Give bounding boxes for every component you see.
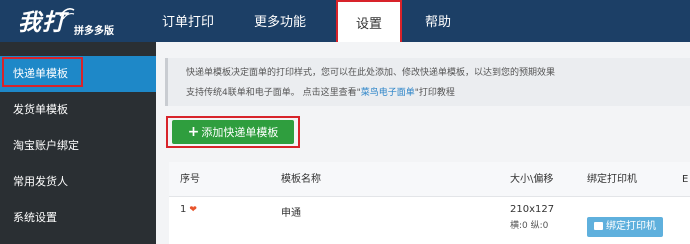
row-index-number: 1 [180,204,187,215]
sidebar-item-delivery-template[interactable]: 发货单模板 [0,92,156,128]
table-header: 序号 模板名称 大小\偏移 绑定打印机 E [169,162,690,197]
notice-suffix: "打印教程 [414,88,455,98]
cainiao-tutorial-link[interactable]: 菜鸟电子面单 [361,88,415,98]
template-table: 序号 模板名称 大小\偏移 绑定打印机 E 1 ❤ 申通 210x127 横:0 … [169,162,690,244]
header-extra: E [682,174,689,185]
header-template-name: 模板名称 [281,174,321,185]
row-offset: 横:0 纵:0 [510,221,549,231]
header-size-offset: 大小\偏移 [510,174,554,185]
logo-flourish-icon [59,8,75,20]
nav-settings-tab[interactable]: 设置 [336,0,402,46]
plus-icon: + [187,124,200,140]
sidebar-item-taobao-binding[interactable]: 淘宝账户绑定 [0,128,156,164]
row-template-name: 申通 [281,208,301,219]
nav-order-print[interactable]: 订单打印 [162,0,214,42]
add-button-label: 添加快递单模板 [201,126,279,139]
row-index: 1 ❤ [180,204,197,215]
notice-prefix: 支持传统4联单和电子面单。 点击这里查看" [186,88,361,98]
bind-printer-label: 绑定打印机 [606,221,656,232]
header-bind-printer: 绑定打印机 [587,174,637,185]
notice-text-2: 支持传统4联单和电子面单。 点击这里查看"菜鸟电子面单"打印教程 [186,85,455,98]
top-navbar: 我打 拼多多版 订单打印 更多功能 设置 帮助 [0,0,690,46]
notice-text: 快递单模板决定面单的打印样式，您可以在此处添加、修改快递单模板，以达到您的预期效… [186,68,556,78]
header-index: 序号 [180,174,200,185]
logo-subtitle: 拼多多版 [74,26,114,37]
nav-more-functions[interactable]: 更多功能 [254,0,306,42]
add-express-template-button[interactable]: + 添加快递单模板 [172,120,294,144]
heart-icon[interactable]: ❤ [189,205,197,215]
nav-help[interactable]: 帮助 [425,0,451,42]
notice-box: 快递单模板决定面单的打印样式，您可以在此处添加、修改快递单模板，以达到您的预期效… [165,58,690,106]
sidebar-item-common-sender[interactable]: 常用发货人 [0,164,156,200]
bind-printer-button[interactable]: 绑定打印机 [587,217,663,237]
sidebar-item-system-settings[interactable]: 系统设置 [0,200,156,236]
highlight-box-sidebar [2,57,83,87]
app-logo[interactable]: 我打 拼多多版 [0,0,156,42]
printer-icon [594,222,603,230]
row-size: 210x127 [510,204,555,215]
